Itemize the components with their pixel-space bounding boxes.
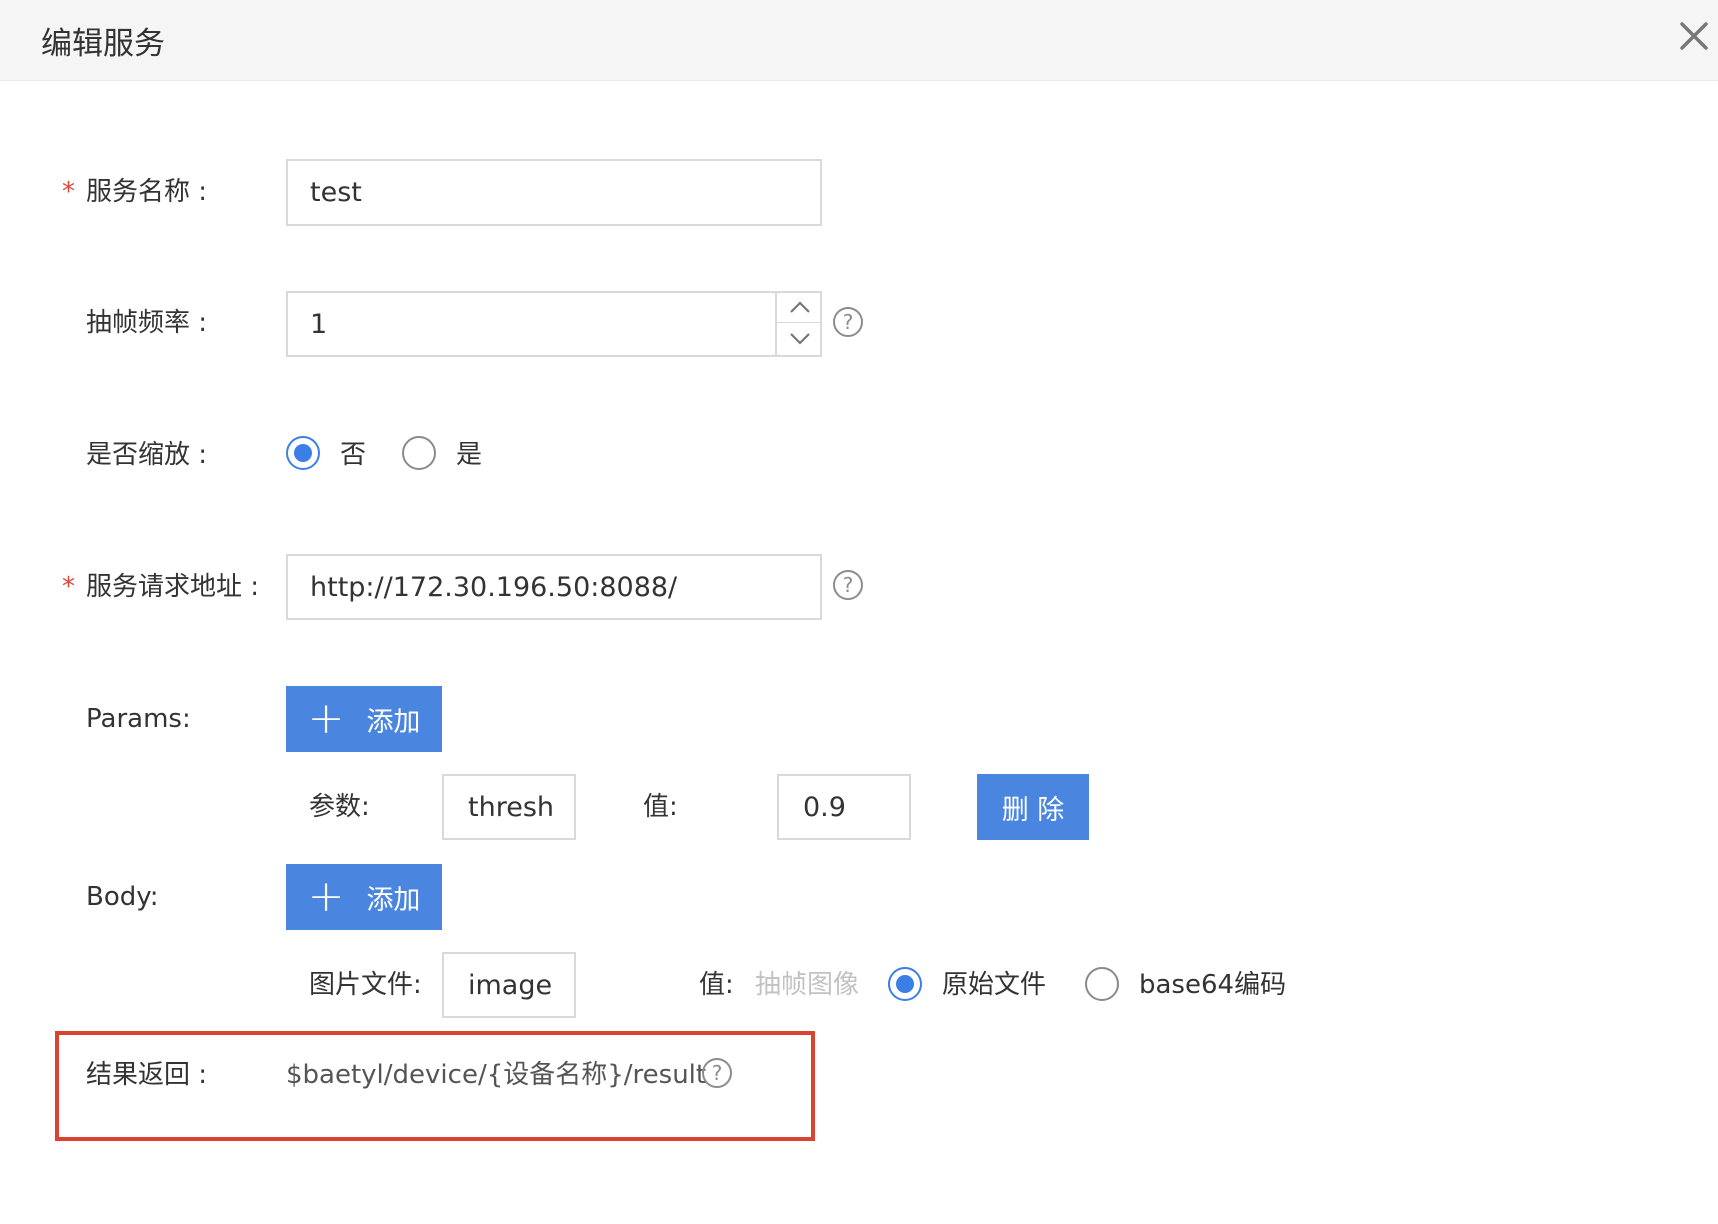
params-label: Params:	[86, 704, 191, 734]
body-value-label: 值:	[699, 970, 734, 1000]
param-value-label: 值:	[643, 792, 678, 822]
chevron-up-icon[interactable]	[777, 291, 822, 323]
param-value-input[interactable]: 0.9	[777, 774, 911, 840]
required-mark: *	[62, 572, 75, 602]
image-file-label: 图片文件:	[309, 970, 422, 1000]
plus-icon: +	[307, 871, 345, 922]
scaling-yes-radio[interactable]	[402, 436, 436, 470]
help-icon[interactable]: ?	[702, 1058, 732, 1088]
chevron-down-icon[interactable]	[777, 323, 822, 354]
result-topic: $baetyl/device/{设备名称}/result	[286, 1060, 707, 1090]
original-file-radio[interactable]	[888, 967, 922, 1001]
original-file-label: 原始文件	[942, 970, 1047, 1000]
request-url-input[interactable]: http://172.30.196.50:8088/	[286, 554, 822, 620]
frame-rate-input[interactable]: 1	[286, 291, 822, 357]
close-icon[interactable]	[1674, 16, 1714, 56]
body-add-button[interactable]: + 添加	[286, 864, 442, 930]
frame-image-option: 抽帧图像	[755, 970, 860, 1000]
dialog-title: 编辑服务	[41, 26, 165, 62]
help-icon[interactable]: ?	[833, 307, 863, 337]
service-name-label: 服务名称 :	[86, 177, 208, 207]
frame-rate-label: 抽帧频率 :	[86, 308, 208, 338]
dialog-header: 编辑服务	[0, 0, 1718, 81]
scaling-label: 是否缩放 :	[86, 440, 208, 470]
service-name-input[interactable]: test	[286, 159, 822, 226]
base64-radio[interactable]	[1085, 967, 1119, 1001]
params-add-button[interactable]: + 添加	[286, 686, 442, 752]
image-file-input[interactable]: image	[442, 952, 576, 1018]
delete-button[interactable]: 删 除	[977, 774, 1089, 840]
params-add-label: 添加	[366, 706, 421, 738]
frame-rate-stepper	[775, 291, 822, 357]
plus-icon: +	[307, 693, 345, 744]
base64-label: base64编码	[1139, 970, 1287, 1000]
scaling-yes-label: 是	[456, 440, 483, 470]
scaling-no-label: 否	[340, 440, 367, 470]
required-mark: *	[62, 177, 75, 207]
body-label: Body:	[86, 882, 159, 912]
param-key-input[interactable]: thresh	[442, 774, 576, 840]
request-url-label: 服务请求地址 :	[86, 572, 260, 602]
help-icon[interactable]: ?	[833, 570, 863, 600]
result-label: 结果返回 :	[86, 1060, 208, 1090]
param-key-label: 参数:	[309, 792, 370, 822]
body-add-label: 添加	[366, 884, 421, 916]
scaling-no-radio[interactable]	[286, 436, 320, 470]
